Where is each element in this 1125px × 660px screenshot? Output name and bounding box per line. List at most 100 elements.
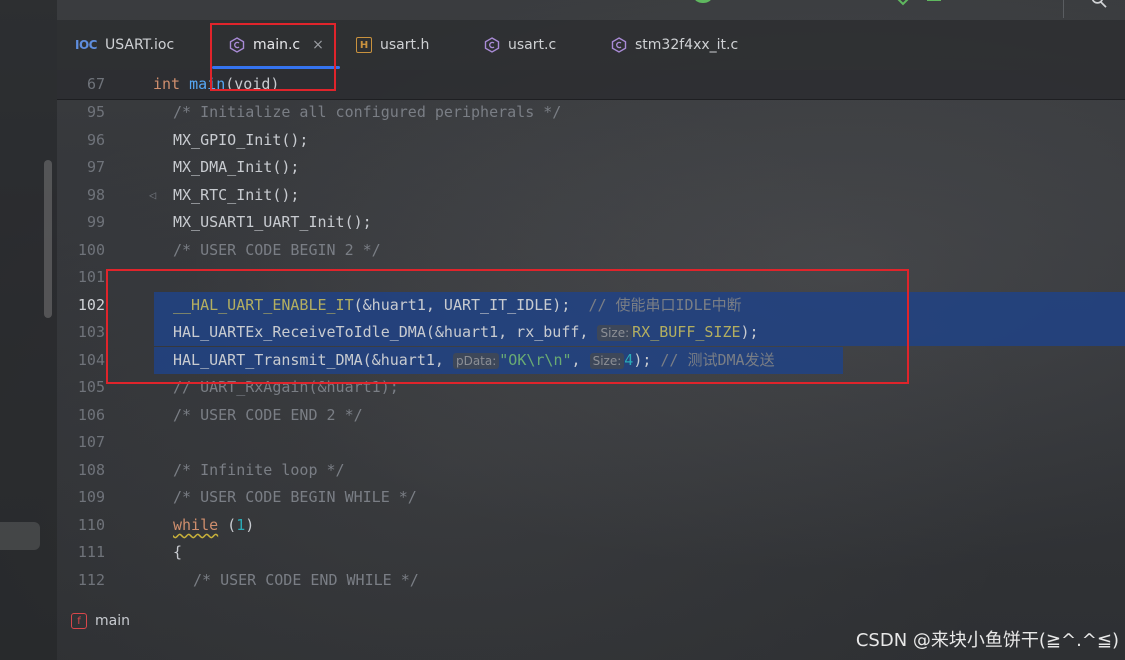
code-text: MX_DMA_Init();: [173, 158, 300, 176]
code-line-selected: 104 HAL_UART_Transmit_DMA(&huart1, pData…: [57, 347, 1125, 374]
code-text: HAL_UARTEx_ReceiveToIdle_DMA(&huart1, rx…: [173, 319, 759, 347]
code-end: ): [245, 516, 255, 534]
code-text: while (1): [173, 512, 254, 539]
code-line: 106 /* USER CODE END 2 */: [57, 402, 1125, 429]
comment: /* USER CODE END 2 */: [173, 406, 363, 424]
editor-tab-bar: IOC USART.ioc main.c × H usart.h usart.c…: [57, 20, 1125, 70]
tab-main-c[interactable]: main.c ×: [229, 20, 324, 70]
macro-name: __HAL_UART_ENABLE_IT: [173, 296, 354, 314]
code-line: 112 /* USER CODE END WHILE */: [57, 567, 1125, 594]
check-icon[interactable]: [895, 0, 915, 6]
tab-usart-c[interactable]: usart.c: [484, 20, 556, 70]
tab-usart-h[interactable]: H usart.h: [356, 20, 429, 70]
code-line: 109 /* USER CODE BEGIN WHILE */: [57, 484, 1125, 511]
line-number: 67: [86, 75, 105, 93]
comment: /* USER CODE END WHILE */: [193, 571, 419, 589]
tab-label: usart.c: [508, 37, 557, 53]
comment: /* Infinite loop */: [173, 461, 345, 479]
tab-usart-ioc[interactable]: IOC USART.ioc: [75, 20, 174, 70]
code-line-selected: 102 __HAL_UART_ENABLE_IT(&huart1, UART_I…: [57, 292, 1125, 319]
breadcrumb-item-main[interactable]: main: [95, 613, 130, 629]
number-literal: 4: [624, 351, 634, 369]
function-icon: f: [71, 613, 87, 629]
line-number: 110: [77, 516, 105, 534]
line-number: 104: [77, 351, 105, 369]
code-line: 100 /* USER CODE BEGIN 2 */: [57, 237, 1125, 264]
code-sep: (: [218, 516, 237, 534]
comment: // 测试DMA发送: [660, 351, 775, 369]
code-line: 101: [57, 264, 1125, 291]
code-end: );: [633, 351, 661, 369]
tab-label: stm32f4xx_it.c: [635, 37, 739, 53]
args: (&huart1, UART_IT_IDLE);: [353, 296, 589, 314]
line-number: 95: [86, 103, 105, 121]
h-file-icon: H: [356, 37, 372, 53]
line-number: 98: [86, 186, 105, 204]
tab-label: USART.ioc: [104, 37, 175, 53]
c-file-icon: [229, 37, 245, 53]
comment: // UART_RxAgain(&huart1);: [173, 378, 399, 396]
params: (void): [225, 75, 280, 93]
bug-icon[interactable]: [688, 0, 718, 6]
comment: /* Initialize all configured peripherals…: [173, 103, 562, 121]
watermark: CSDN @来块小鱼饼干(≧^.^≦): [855, 630, 1119, 651]
code-text: {: [173, 543, 183, 561]
top-toolbar: [0, 0, 1125, 20]
sticky-function-header[interactable]: 67 int main(void): [57, 70, 1125, 100]
toolbar-divider: [1063, 0, 1064, 18]
line-number: 103: [77, 323, 105, 341]
call-text: HAL_UART_Transmit_DMA(&huart1,: [173, 351, 453, 369]
code-line: 108 /* Infinite loop */: [57, 457, 1125, 484]
line-number: 107: [77, 433, 105, 451]
line-number: 106: [77, 406, 105, 424]
code-text: __HAL_UART_ENABLE_IT(&huart1, UART_IT_ID…: [173, 292, 742, 319]
keyword: int: [153, 75, 181, 93]
code-sep: ,: [571, 351, 590, 369]
ioc-file-icon: IOC: [75, 38, 97, 52]
code-text: MX_USART1_UART_Init();: [173, 213, 372, 231]
keyword: while: [173, 516, 219, 534]
code-line: 95 /* Initialize all configured peripher…: [57, 99, 1125, 126]
code-line: 105 // UART_RxAgain(&huart1);: [57, 374, 1125, 401]
line-number: 109: [77, 488, 105, 506]
c-file-icon: [484, 37, 500, 53]
code-line: 99 MX_USART1_UART_Init();: [57, 209, 1125, 236]
line-number: 99: [86, 213, 105, 231]
left-tool-strip: [0, 0, 57, 660]
active-tab-indicator: [212, 66, 340, 69]
c-file-icon: [611, 37, 627, 53]
line-number: 112: [77, 571, 105, 589]
code-end: );: [740, 323, 759, 341]
code-line: 107: [57, 429, 1125, 456]
code-line: 98 ◁ MX_RTC_Init();: [57, 182, 1125, 209]
line-number: 96: [86, 131, 105, 149]
line-number: 101: [77, 268, 105, 286]
left-tool-tab[interactable]: [0, 522, 40, 550]
line-number: 102: [77, 296, 105, 314]
line-number: 100: [77, 241, 105, 259]
comment: /* USER CODE BEGIN 2 */: [173, 241, 381, 259]
string-literal: "OK\r\n": [499, 351, 572, 369]
code-line: 111 {: [57, 539, 1125, 566]
comment: /* USER CODE BEGIN WHILE */: [173, 488, 417, 506]
arrow-icon[interactable]: [925, 0, 945, 6]
search-icon[interactable]: [1088, 0, 1112, 8]
tab-label: usart.h: [380, 37, 430, 53]
close-icon[interactable]: ×: [312, 37, 324, 53]
macro-name: RX_BUFF_SIZE: [632, 323, 741, 341]
code-text: HAL_UART_Transmit_DMA(&huart1, pData: "OK…: [173, 347, 775, 375]
number-literal: 1: [236, 516, 246, 534]
tab-label: main.c: [253, 37, 301, 53]
tab-stm32f4xx-it-c[interactable]: stm32f4xx_it.c: [611, 20, 738, 70]
parameter-hint: Size:: [589, 353, 625, 369]
call-text: HAL_UARTEx_ReceiveToIdle_DMA(&huart1, rx…: [173, 323, 598, 341]
code-line: 67 int main(void): [57, 71, 1125, 98]
fold-marker-icon[interactable]: ◁: [149, 182, 156, 209]
code-line: 96 MX_GPIO_Init();: [57, 127, 1125, 154]
line-number: 111: [77, 543, 105, 561]
function-name: main: [189, 75, 226, 93]
line-number: 108: [77, 461, 105, 479]
left-scrollbar-thumb[interactable]: [44, 160, 52, 318]
code-line: 110 while (1): [57, 512, 1125, 539]
code-editor[interactable]: 95 /* Initialize all configured peripher…: [57, 99, 1125, 599]
